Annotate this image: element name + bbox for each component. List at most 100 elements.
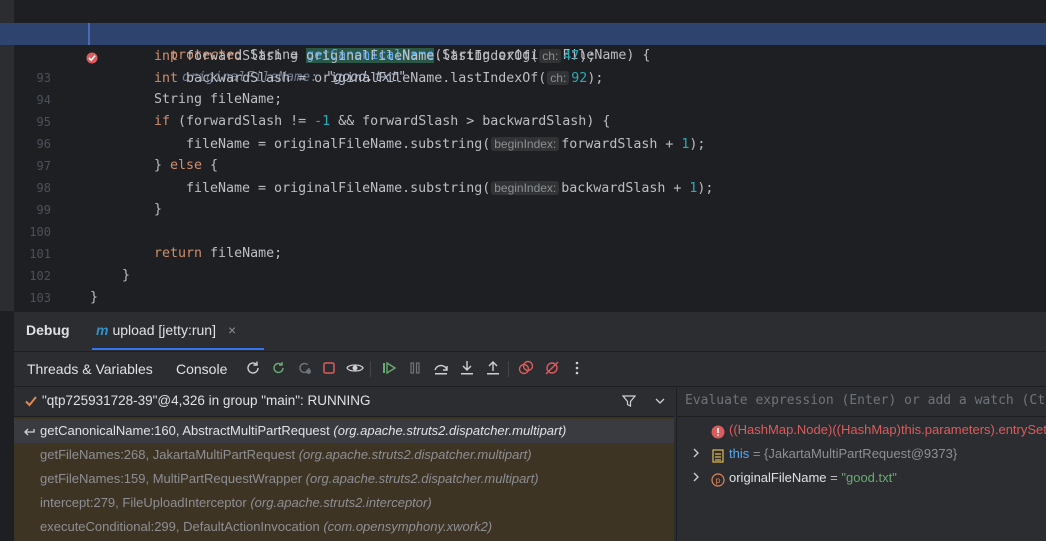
frame-method: intercept:279, FileUploadInterceptor — [40, 495, 247, 510]
code-text: fileName; — [202, 246, 283, 261]
number-literal: 92 — [571, 71, 588, 86]
session-tab-label: upload [jetty:run] — [112, 322, 216, 338]
frame-package: (org.apache.struts2.interceptor) — [250, 495, 432, 510]
stack-frame[interactable]: getFileNames:268, JakartaMultiPartReques… — [14, 443, 674, 467]
code-text: } — [90, 290, 99, 305]
parameter-hint: ch: — [547, 71, 570, 85]
stack-frame[interactable]: getCanonicalName:160, AbstractMultiPartR… — [14, 419, 674, 443]
stack-frame[interactable]: getFileNames:159, MultiPartRequestWrappe… — [14, 467, 674, 491]
code-line-97[interactable]: 97 fileName = originalFileName.substring… — [0, 133, 1046, 173]
svg-text:p: p — [715, 476, 720, 485]
frame-method: getFileNames:268, JakartaMultiPartReques… — [40, 447, 296, 462]
close-tab-icon[interactable]: × — [228, 322, 236, 338]
expand-chevron-icon[interactable] — [691, 442, 701, 466]
code-line-99[interactable]: 99 fileName = originalFileName.substring… — [0, 177, 1046, 217]
pause-icon[interactable] — [406, 360, 424, 378]
code-text: } — [154, 202, 163, 217]
tab-threads-variables[interactable]: Threads & Variables — [27, 361, 153, 377]
frame-method: executeConditional:299, DefaultActionInv… — [40, 519, 320, 534]
code-text: fileName = originalFileName.substring( — [186, 137, 491, 152]
view-breakpoints-red-icon[interactable] — [517, 360, 535, 378]
code-text: String fileName; — [154, 92, 283, 107]
code-line-104[interactable]: 104 } — [0, 287, 1046, 309]
code-text: { — [202, 158, 219, 173]
step-into-icon[interactable] — [458, 360, 476, 378]
number-literal: -1 — [314, 114, 331, 129]
session-tab[interactable]: m upload [jetty:run] × — [96, 322, 236, 338]
code-text: ); — [689, 137, 706, 152]
toolbar-separator — [370, 361, 371, 377]
variable-originalFileName[interactable]: p originalFileName = "good.txt" — [677, 466, 1046, 490]
keyword: else — [170, 158, 203, 173]
watch-expression: ((HashMap.Node)((HashMap)this.parameters… — [729, 422, 1046, 437]
code-line-102[interactable]: 102 return fileName; — [0, 243, 1046, 283]
stack-frame[interactable]: executeConditional:299, DefaultActionInv… — [14, 515, 674, 539]
debug-tool-window: Debug m upload [jetty:run] × Threads & Var… — [14, 311, 1046, 541]
code-text: backwardSlash = originalFileName.lastInd… — [178, 71, 547, 86]
number-literal: 47 — [563, 49, 580, 64]
stack-frames-list: getCanonicalName:160, AbstractMultiPartR… — [14, 417, 674, 541]
debug-toolbar: Threads & Variables Console — [14, 351, 1046, 387]
frames-pane: "qtp725931728-39"@4,326 in group "main":… — [14, 386, 674, 541]
evaluate-expression-input[interactable]: Evaluate expression (Enter) or add a wat… — [677, 386, 1046, 417]
frame-package: (com.opensymphony.xwork2) — [323, 519, 493, 534]
parameter-hint: beginIndex: — [491, 181, 560, 195]
code-text: forwardSlash + — [561, 137, 682, 152]
filter-icon[interactable] — [621, 386, 637, 416]
variable-value: "good.txt" — [841, 470, 897, 485]
variable-this[interactable]: this = {JakartaMultiPartRequest@9373} — [677, 442, 1046, 466]
more-options-icon[interactable] — [568, 360, 586, 378]
code-line-96[interactable]: 96 if (forwardSlash != -1 && forwardSlas… — [0, 111, 1046, 151]
step-out-icon[interactable] — [484, 360, 502, 378]
stop-icon[interactable] — [320, 360, 338, 378]
frame-method: getCanonicalName:160, AbstractMultiPartR… — [40, 423, 330, 438]
code-text: fileName = originalFileName.substring( — [186, 181, 491, 196]
rerun-failed-icon[interactable] — [270, 360, 288, 378]
maven-icon: m — [96, 322, 109, 338]
step-over-icon[interactable] — [432, 360, 450, 378]
return-arrow-icon — [22, 419, 36, 443]
rerun-disabled-icon[interactable] — [296, 360, 314, 378]
watch-item[interactable]: ((HashMap.Node)((HashMap)this.parameters… — [677, 418, 1046, 442]
tool-window-title: Debug — [26, 322, 70, 338]
code-line-92-current[interactable]: protected String getCanonicalName(String… — [0, 23, 1046, 85]
thread-selector[interactable]: "qtp725931728-39"@4,326 in group "main":… — [14, 386, 674, 417]
frame-package: (org.apache.struts2.dispatcher.multipart… — [333, 423, 567, 438]
code-text: && forwardSlash > backwardSlash) { — [330, 114, 611, 129]
tool-window-header: Debug m upload [jetty:run] × — [14, 311, 1046, 350]
code-line-93[interactable]: 93 int forwardSlash = originalFileName.l… — [0, 45, 1046, 85]
variable-name: this — [729, 446, 750, 461]
tab-console[interactable]: Console — [176, 361, 227, 377]
code-line-101[interactable]: 101 — [0, 221, 1046, 261]
code-text: ); — [697, 181, 714, 196]
code-text: } — [122, 268, 131, 283]
expand-chevron-icon[interactable] — [691, 466, 701, 490]
chevron-down-icon[interactable] — [654, 386, 666, 416]
code-text: ); — [587, 71, 604, 86]
parameter-hint: beginIndex: — [491, 137, 560, 151]
breakpoint-hit-icon[interactable] — [38, 28, 98, 64]
code-text: forwardSlash = originalFileName.lastInde… — [178, 49, 539, 64]
keyword: return — [154, 246, 203, 261]
keyword: int — [154, 71, 179, 86]
view-breakpoints-icon[interactable] — [346, 360, 364, 378]
stack-frame[interactable]: intercept:279, FileUploadInterceptor (or… — [14, 491, 674, 515]
code-editor[interactable]: 91 protected String getCanonicalName(Str… — [0, 0, 1046, 311]
variable-value: = {JakartaMultiPartRequest@9373} — [749, 446, 958, 461]
checkmark-icon — [24, 386, 38, 416]
code-line-100[interactable]: 100 } — [0, 199, 1046, 239]
code-text: backwardSlash + — [561, 181, 690, 196]
evaluate-placeholder: Evaluate expression (Enter) or add a wat… — [685, 393, 1046, 408]
code-line-94[interactable]: 94 int backwardSlash = originalFileName.… — [0, 67, 1046, 107]
mute-breakpoints-icon[interactable] — [543, 360, 561, 378]
thread-name: "qtp725931728-39"@4,326 in group "main":… — [42, 393, 371, 408]
code-line-98[interactable]: 98 } else { — [0, 155, 1046, 195]
code-text: } — [154, 158, 171, 173]
variable-name: originalFileName — [729, 470, 827, 485]
rerun-icon[interactable] — [244, 360, 262, 378]
code-line-103[interactable]: 103 } — [0, 265, 1046, 305]
resume-icon[interactable] — [380, 360, 398, 378]
code-line-91[interactable]: 91 — [0, 1, 1046, 41]
parameter-hint: ch: — [539, 49, 562, 63]
code-line-95[interactable]: 95 String fileName; — [0, 89, 1046, 129]
